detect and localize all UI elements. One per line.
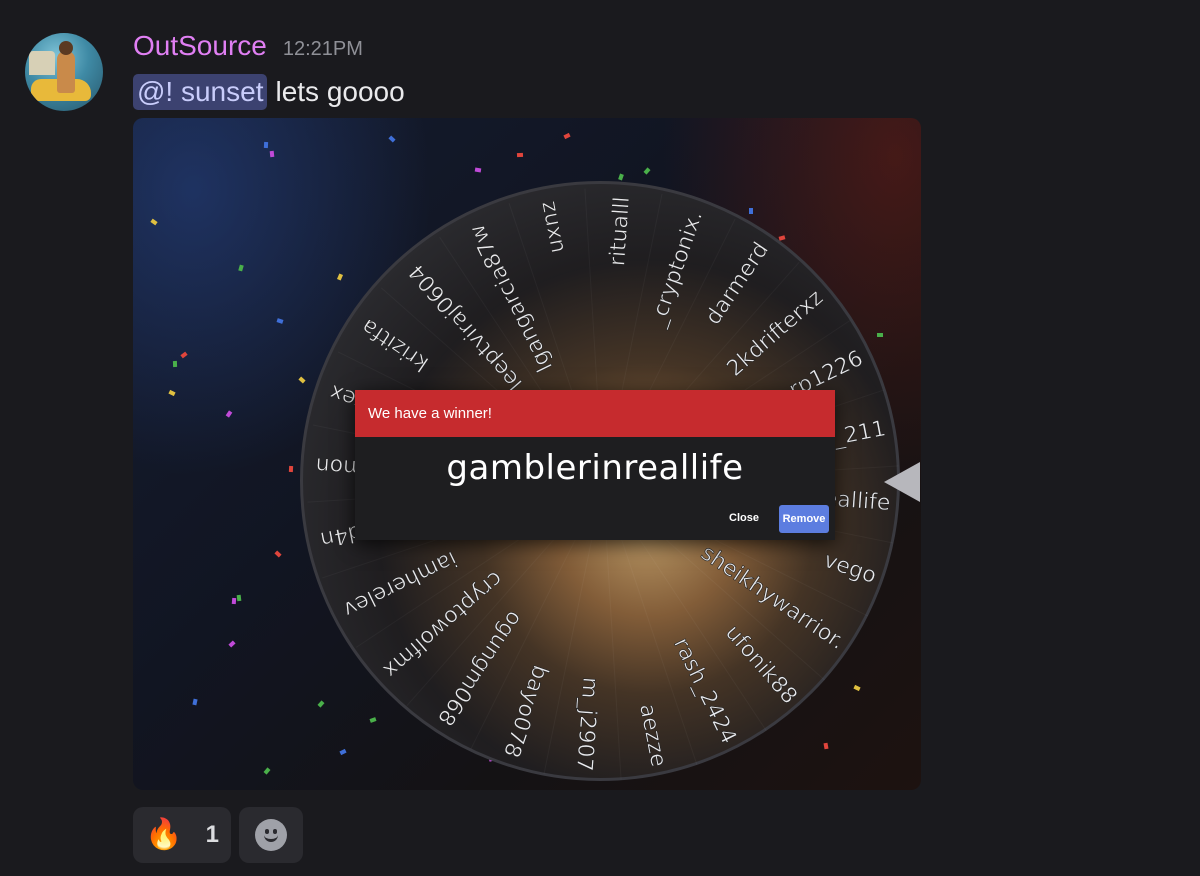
wheel-entry: uxnz [535,199,570,255]
confetti-piece [643,167,651,175]
wheel-entry: _211 [830,416,888,451]
winner-name: gamblerinreallife [446,448,744,488]
message-content: @! sunset lets goooo [133,74,405,110]
wheel-entry: _cryptonix. [645,207,708,331]
wheel-pointer-icon [884,462,920,502]
confetti-piece [172,360,178,368]
wheel-entry: bayo078 [498,662,553,761]
dialog-header: We have a winner! [355,390,835,437]
confetti-piece [192,698,198,706]
smiley-face-icon [255,819,287,851]
confetti-piece [618,173,624,181]
close-button[interactable]: Close [723,506,765,530]
user-mention[interactable]: @! sunset [133,74,268,110]
user-avatar[interactable] [25,33,103,111]
confetti-piece [563,132,571,140]
confetti-piece [516,152,524,158]
message-header: OutSource 12:21PM [133,30,363,70]
wheel-entry: rash_2424 [668,634,741,748]
wheel-entry: ritualll [605,196,635,267]
reactions-bar: 🔥 1 [133,807,303,863]
message-text: lets goooo [275,76,405,107]
wheel-entry: darmerd [701,238,774,330]
avatar-head [59,41,73,55]
wheel-entry: m_j2907 [571,676,603,772]
confetti-piece [474,167,482,173]
chat-message: OutSource 12:21PM @! sunset lets goooo r… [0,0,1200,876]
avatar-building [29,51,55,75]
confetti-piece [288,465,294,473]
winner-dialog: We have a winner! gamblerinreallife Clos… [355,390,835,540]
confetti-piece [263,141,269,149]
avatar-person [57,51,75,93]
confetti-piece [236,594,242,602]
wheel-entry: krizitfa [357,313,434,376]
confetti-piece [231,597,237,605]
wheel-entry: aezze [634,702,671,769]
wheel-entry: vego [820,548,879,589]
wheel-entry: ufonik88 [720,620,802,709]
confetti-piece [269,150,275,158]
username[interactable]: OutSource [133,30,267,62]
reaction-fire[interactable]: 🔥 1 [133,807,231,863]
reaction-count: 1 [205,821,219,848]
confetti-piece [274,550,282,558]
confetti-piece [228,640,236,648]
timestamp: 12:21PM [282,38,363,60]
fire-icon: 🔥 [145,817,183,852]
confetti-piece [263,767,271,775]
add-reaction-button[interactable] [239,807,303,863]
remove-button[interactable]: Remove [779,505,829,533]
